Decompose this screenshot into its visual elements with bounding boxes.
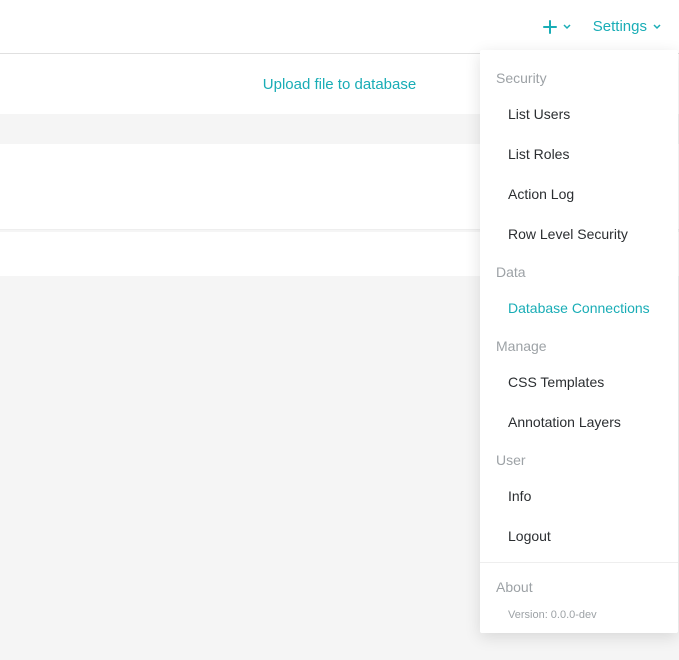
menu-item-css-templates[interactable]: CSS Templates xyxy=(480,362,678,402)
caret-down-icon xyxy=(563,24,571,30)
menu-header-data: Data xyxy=(480,254,678,288)
version-text: Version: 0.0.0-dev xyxy=(480,603,678,623)
caret-down-icon xyxy=(653,24,661,30)
menu-header-manage: Manage xyxy=(480,328,678,362)
settings-button[interactable]: Settings xyxy=(593,18,661,35)
menu-item-info[interactable]: Info xyxy=(480,476,678,516)
menu-item-annotation-layers[interactable]: Annotation Layers xyxy=(480,402,678,442)
menu-item-list-users[interactable]: List Users xyxy=(480,94,678,134)
settings-dropdown: Security List Users List Roles Action Lo… xyxy=(480,50,678,633)
menu-header-user: User xyxy=(480,442,678,476)
menu-item-logout[interactable]: Logout xyxy=(480,516,678,556)
menu-header-about: About xyxy=(480,569,678,603)
menu-item-list-roles[interactable]: List Roles xyxy=(480,134,678,174)
upload-file-link[interactable]: Upload file to database xyxy=(263,76,416,93)
settings-label: Settings xyxy=(593,18,647,35)
topbar: Settings xyxy=(0,0,679,54)
menu-item-row-level-security[interactable]: Row Level Security xyxy=(480,214,678,254)
plus-icon xyxy=(543,20,557,34)
menu-item-database-connections[interactable]: Database Connections xyxy=(480,288,678,328)
menu-item-action-log[interactable]: Action Log xyxy=(480,174,678,214)
new-button[interactable] xyxy=(543,20,571,34)
menu-header-security: Security xyxy=(480,60,678,94)
menu-divider xyxy=(480,562,678,563)
